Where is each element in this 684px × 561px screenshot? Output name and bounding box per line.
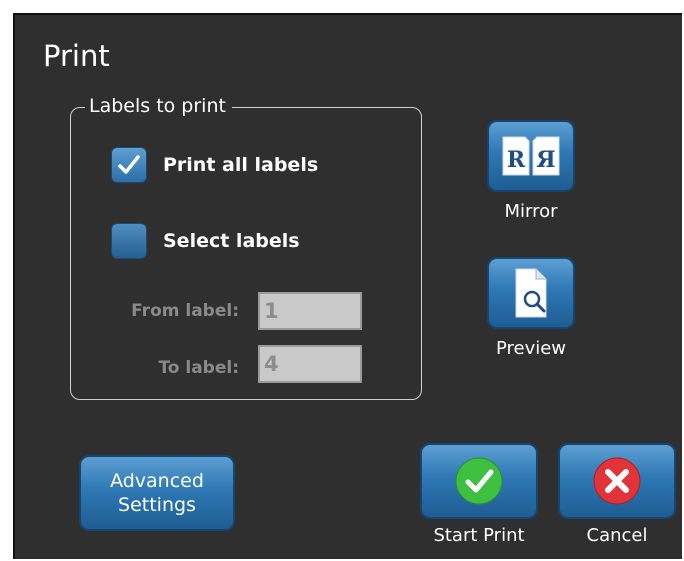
dialog-title: Print [43, 39, 110, 73]
mirror-caption: Mirror [504, 201, 558, 222]
from-label-caption: From label: [131, 301, 239, 321]
select-labels-label: Select labels [163, 230, 300, 252]
print-dialog: Print Labels to print Print all labels S… [13, 13, 682, 559]
close-icon [593, 457, 641, 505]
select-labels-option[interactable]: Select labels [111, 223, 300, 259]
mirror-button[interactable]: R Я [487, 120, 575, 192]
to-label-caption: To label: [158, 358, 239, 378]
preview-button[interactable] [487, 257, 575, 329]
group-legend: Labels to print [85, 95, 232, 117]
labels-to-print-group: Labels to print Print all labels Select … [70, 95, 422, 400]
checkbox-check-icon [118, 155, 140, 174]
start-print-button[interactable] [420, 443, 538, 519]
mirror-glyph-r: R [507, 147, 526, 173]
mirror-icon: R Я [502, 136, 560, 176]
advanced-settings-line1: Advanced [110, 470, 204, 492]
preview-icon [515, 268, 547, 318]
checkmark-icon [455, 457, 503, 505]
to-label-field[interactable]: 4 [258, 345, 362, 383]
cancel-button[interactable] [558, 443, 676, 519]
mirror-glyph-ya: Я [536, 147, 555, 173]
advanced-settings-line2: Settings [118, 494, 196, 516]
cancel-caption: Cancel [586, 525, 648, 546]
advanced-settings-button[interactable]: Advanced Settings [79, 455, 235, 531]
print-all-label: Print all labels [163, 154, 319, 176]
start-print-caption: Start Print [433, 525, 525, 546]
from-label-field[interactable]: 1 [258, 292, 362, 330]
select-labels-checkbox[interactable] [111, 223, 147, 259]
print-all-labels-option[interactable]: Print all labels [111, 147, 318, 183]
advanced-settings-label: Advanced Settings [110, 469, 204, 517]
print-all-checkbox[interactable] [111, 147, 147, 183]
preview-caption: Preview [495, 338, 567, 359]
